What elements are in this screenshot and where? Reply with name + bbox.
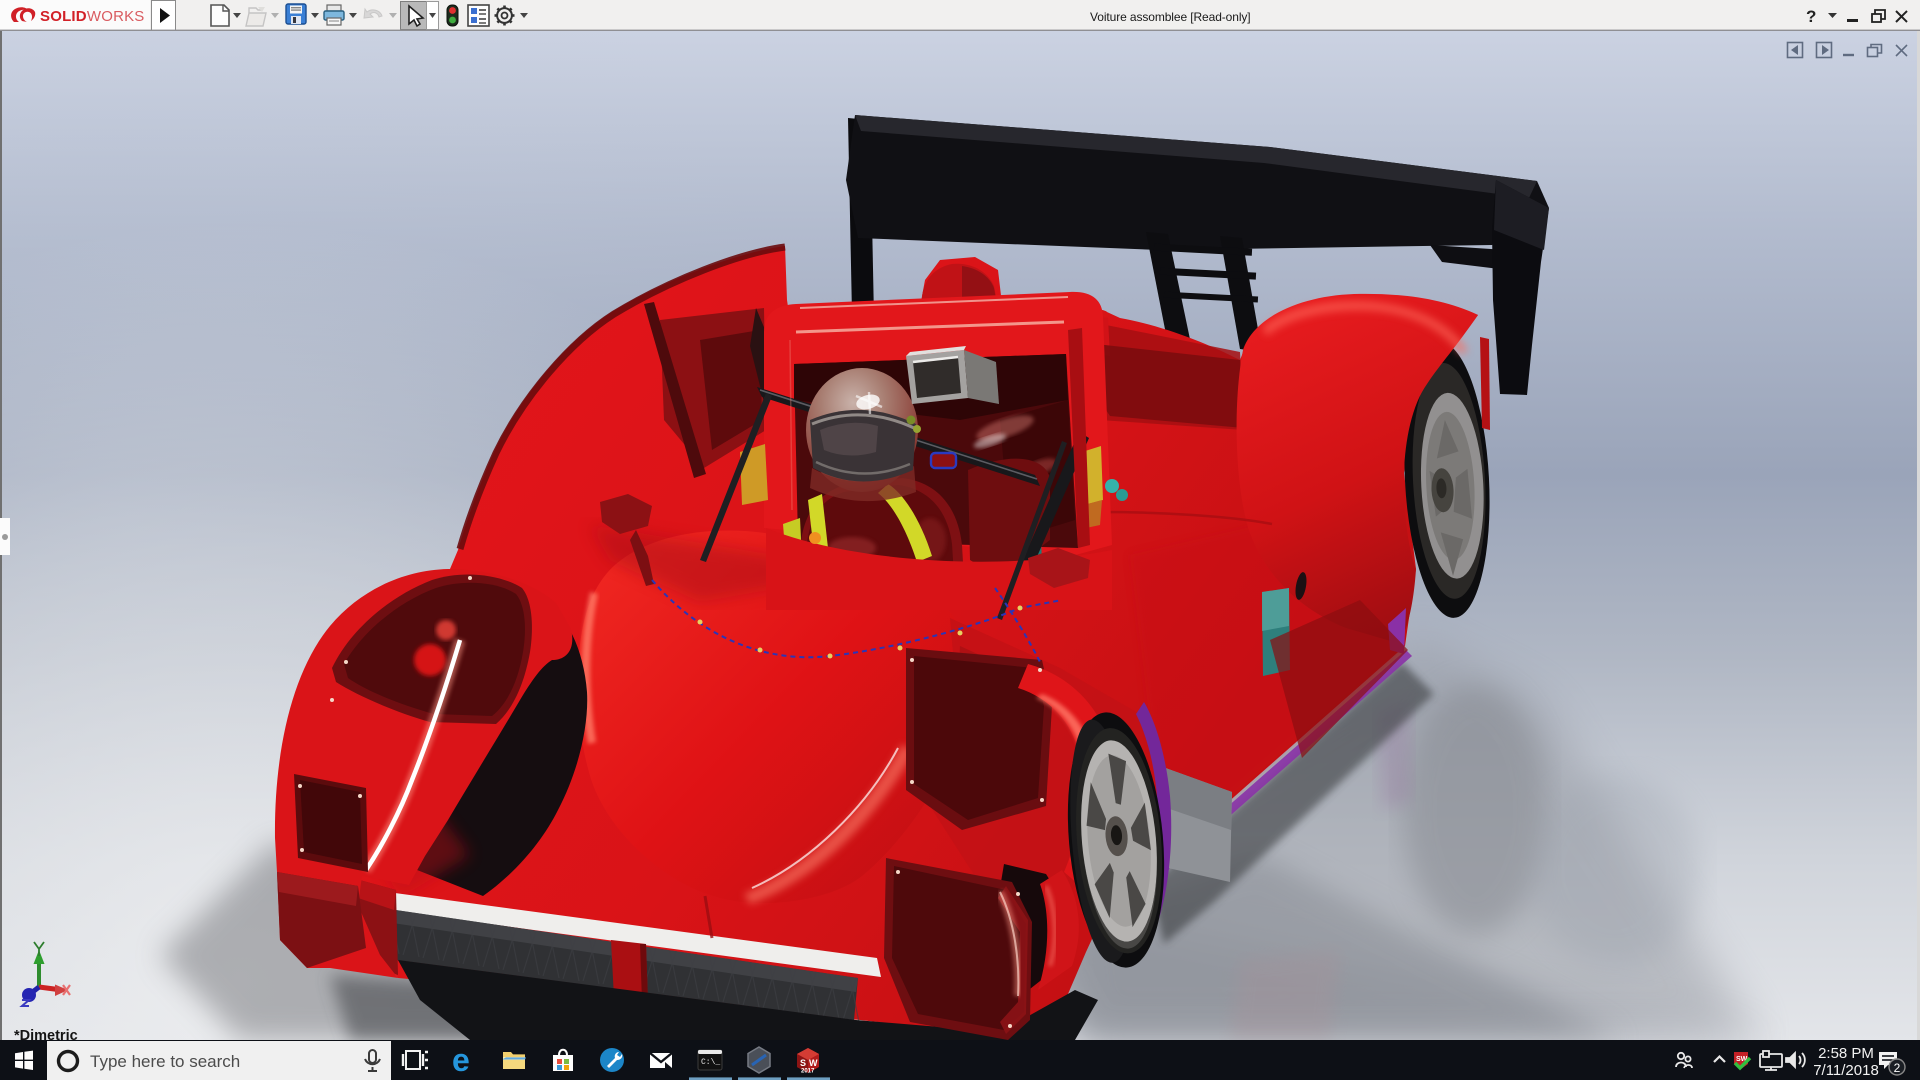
svg-text:?: ? [1806,7,1816,26]
svg-text:2017: 2017 [801,1069,815,1075]
svg-text:W: W [809,1058,818,1068]
svg-text:Voiture assomblee [Read-only]: Voiture assomblee [Read-only] [1090,10,1251,24]
svg-text:e: e [452,1042,470,1078]
svg-text:Type here to search: Type here to search [90,1052,240,1071]
svg-text:2: 2 [1894,1061,1901,1075]
svg-text:7/11/2018: 7/11/2018 [1813,1062,1879,1079]
svg-text:SOLIDWORKS: SOLIDWORKS [40,8,145,25]
svg-text:C:\_: C:\_ [701,1058,720,1067]
svg-text:S: S [800,1058,806,1068]
svg-text:2:58 PM: 2:58 PM [1818,1045,1874,1062]
